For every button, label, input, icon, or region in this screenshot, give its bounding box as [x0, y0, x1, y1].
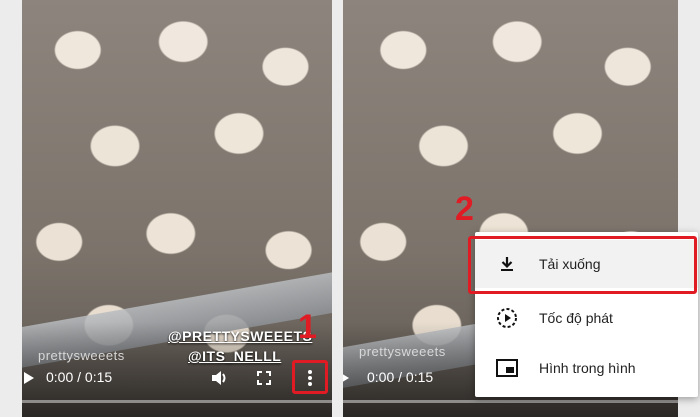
time-display: 0:00 / 0:15 [46, 369, 113, 385]
volume-icon[interactable] [208, 368, 232, 388]
menu-item-picture-in-picture[interactable]: Hình trong hình [475, 344, 698, 392]
step-number-2: 2 [455, 190, 474, 228]
credit-line-2: @ITS_NELLL [188, 348, 282, 364]
progress-bar[interactable] [22, 400, 332, 403]
credit-line-1: @PRETTYSWEEETS [168, 328, 313, 344]
menu-item-label: Tốc độ phát [539, 310, 613, 326]
highlight-box-more-button [292, 360, 328, 394]
playback-speed-icon [475, 307, 539, 329]
step-number-1: 1 [298, 308, 317, 346]
highlight-box-download [468, 236, 697, 294]
fullscreen-icon[interactable] [252, 368, 276, 388]
play-icon[interactable] [22, 368, 42, 388]
play-icon[interactable] [343, 368, 353, 388]
watermark: prettysweeets [359, 344, 446, 359]
left-video-player[interactable]: prettysweeets @PRETTYSWEEETS @ITS_NELLL … [22, 0, 332, 417]
progress-bar[interactable] [343, 400, 678, 403]
menu-item-label: Hình trong hình [539, 360, 636, 376]
picture-in-picture-icon [475, 359, 539, 377]
watermark: prettysweeets [38, 348, 125, 363]
time-display: 0:00 / 0:15 [367, 369, 434, 385]
menu-item-playback-speed[interactable]: Tốc độ phát [475, 294, 698, 342]
